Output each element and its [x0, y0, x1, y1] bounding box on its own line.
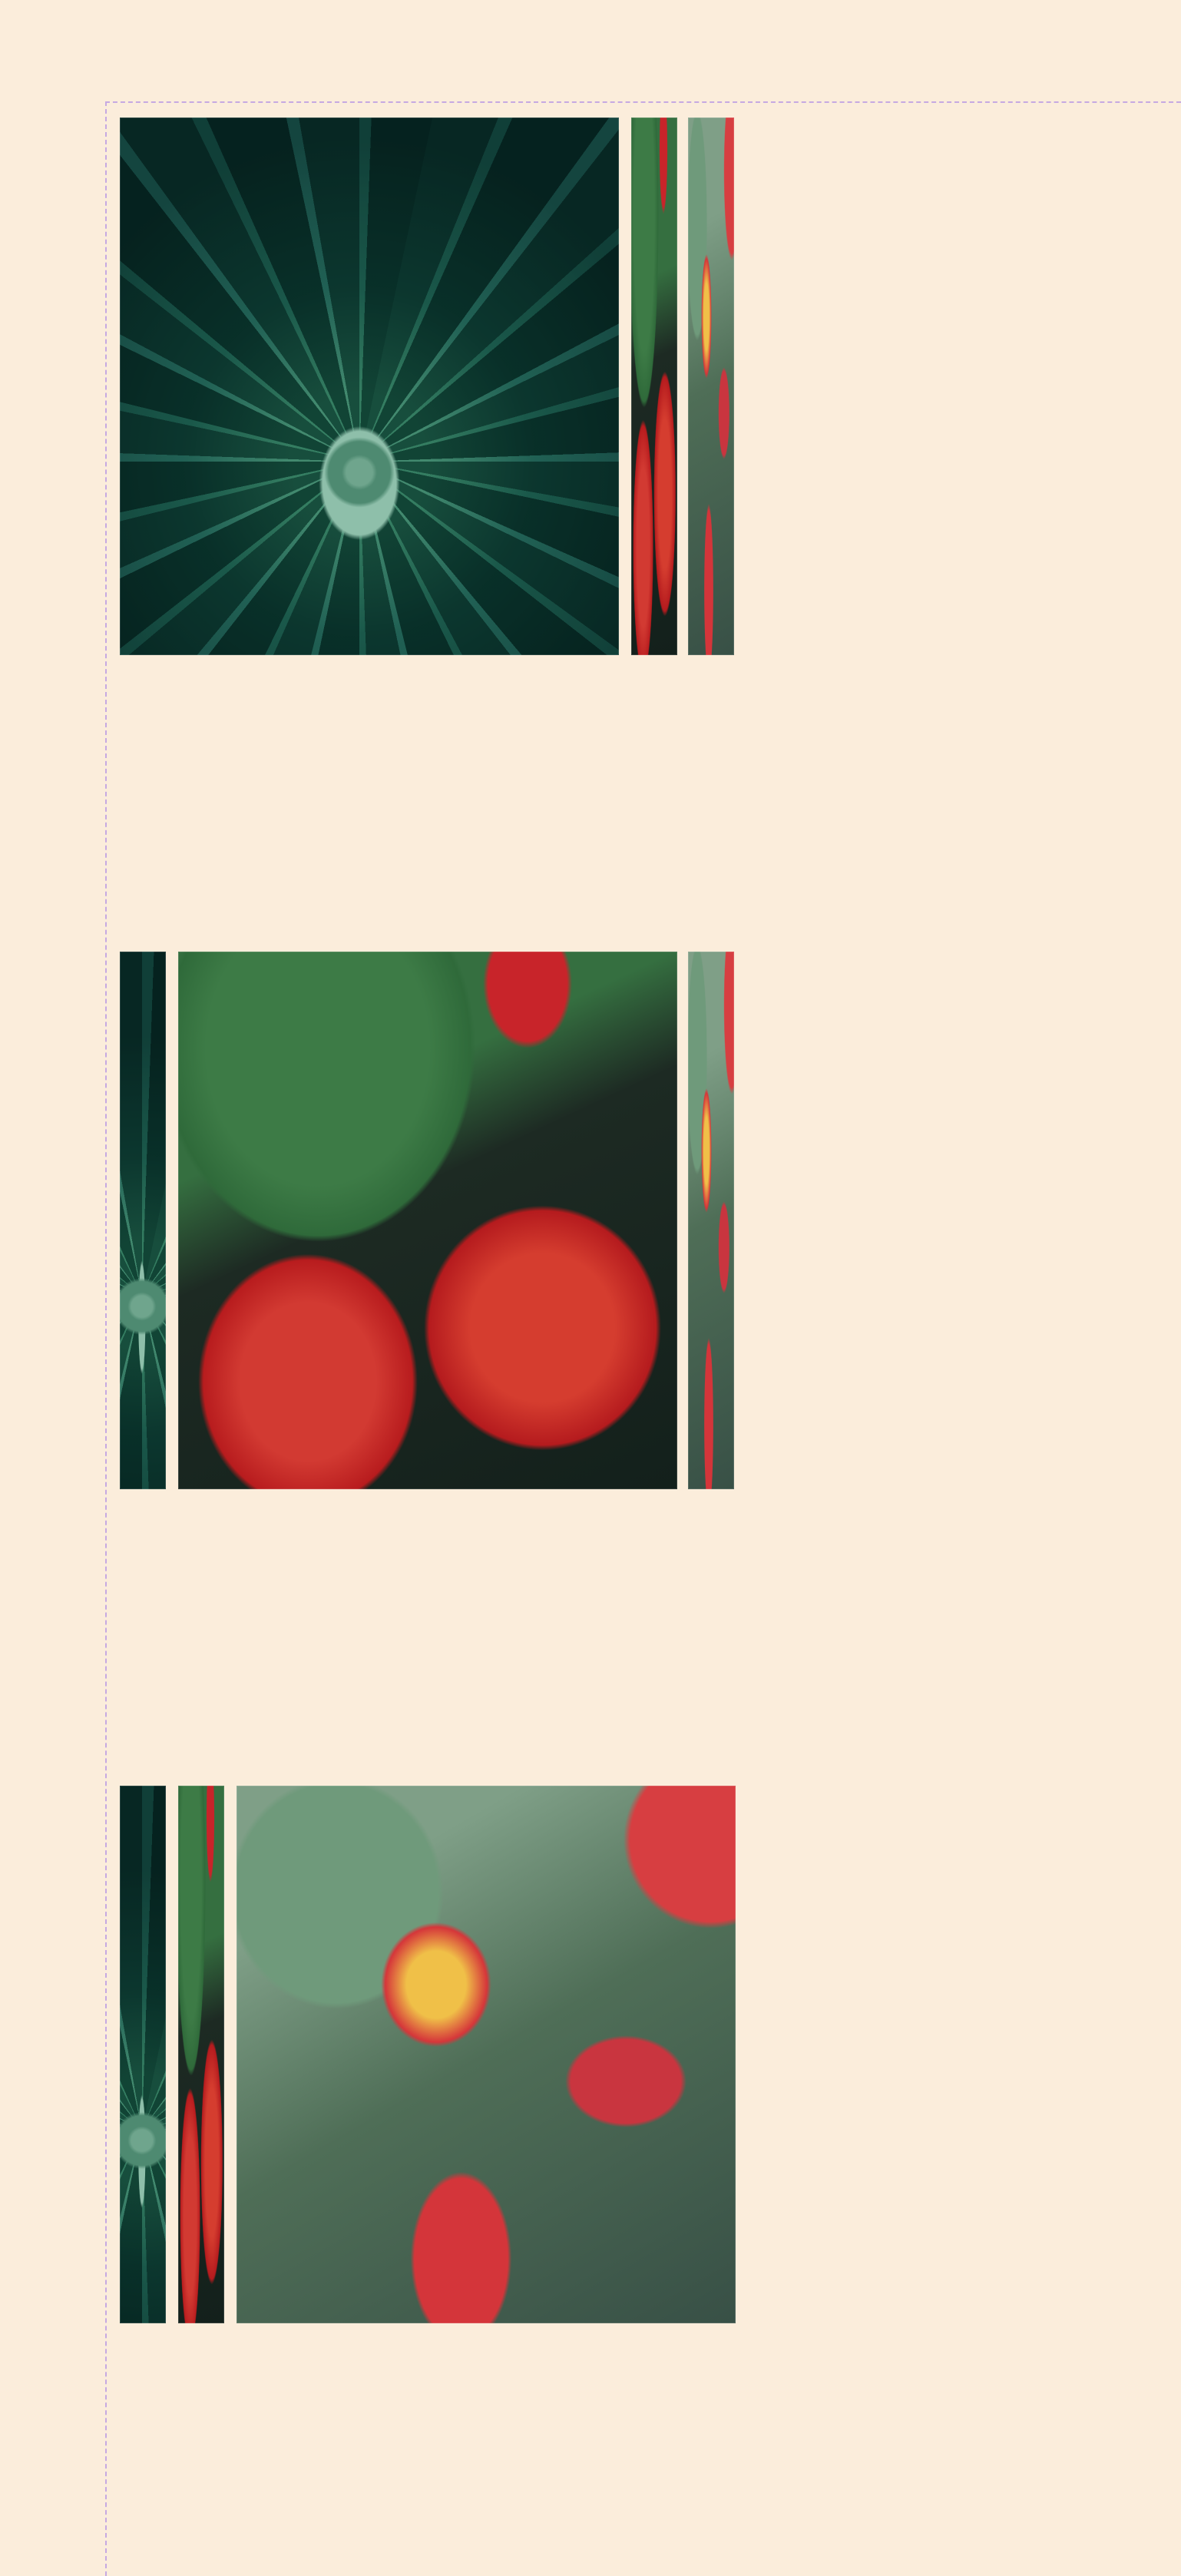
gallery-panel-croton[interactable]	[688, 952, 734, 1489]
panel-mask	[631, 118, 677, 655]
panel-mask	[688, 952, 734, 1489]
gallery-panel-croton[interactable]	[688, 118, 734, 655]
panel-mask	[178, 1786, 224, 2323]
gallery-row-1	[120, 118, 734, 655]
gallery-panel-strawberry[interactable]	[631, 118, 677, 655]
gallery-row-3	[120, 1786, 736, 2323]
gallery-panel-strawberry[interactable]	[178, 1786, 224, 2323]
gallery-panel-succulent[interactable]	[120, 118, 619, 655]
gallery-row-2	[120, 952, 734, 1489]
panel-mask	[120, 118, 619, 655]
panel-mask	[237, 1786, 736, 2323]
gallery-panel-succulent[interactable]	[120, 952, 166, 1489]
panel-mask	[178, 952, 677, 1489]
gallery-panel-succulent[interactable]	[120, 1786, 166, 2323]
panel-mask	[120, 1786, 166, 2323]
panel-mask	[120, 952, 166, 1489]
panel-mask	[688, 118, 734, 655]
gallery-panel-croton[interactable]	[237, 1786, 736, 2323]
gallery-panel-strawberry[interactable]	[178, 952, 677, 1489]
